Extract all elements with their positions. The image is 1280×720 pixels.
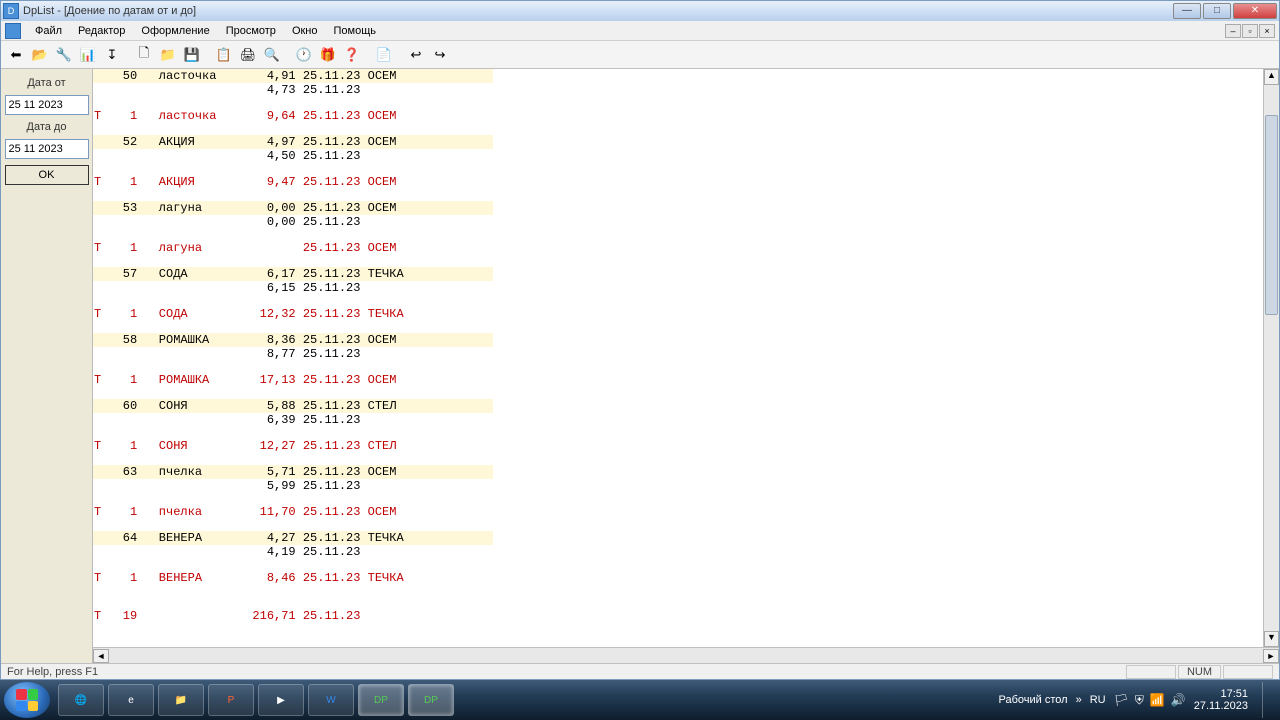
toolbar-btn-7[interactable]: 📁 xyxy=(157,44,179,66)
scroll-right-button[interactable]: ► xyxy=(1263,649,1279,663)
toolbar-btn-1[interactable]: 📂 xyxy=(29,44,51,66)
tray-language[interactable]: RU xyxy=(1090,694,1106,706)
date-from-label: Дата от xyxy=(27,77,65,89)
report-row: 60 СОНЯ 5,88 25.11.23 СТЕЛ xyxy=(93,399,493,413)
taskbar-mediaplayer[interactable]: ▶ xyxy=(258,684,304,716)
report-row: Т 1 АКЦИЯ 9,47 25.11.23 ОСЕМ xyxy=(93,175,493,189)
report-row: 5,99 25.11.23 xyxy=(93,479,493,493)
tray-volume-icon[interactable]: 🔊 xyxy=(1171,693,1186,708)
report-row: 8,77 25.11.23 xyxy=(93,347,493,361)
app-window: D DpList - [Доение по датам от и до] — □… xyxy=(0,0,1280,680)
menu-2[interactable]: Оформление xyxy=(133,23,217,39)
statusbar: For Help, press F1 NUM xyxy=(1,663,1279,679)
report-row: 63 пчелка 5,71 25.11.23 ОСЕМ xyxy=(93,465,493,479)
tray-network-icon[interactable]: 📶 xyxy=(1150,693,1165,708)
report-row: Т 1 ласточка 9,64 25.11.23 ОСЕМ xyxy=(93,109,493,123)
titlebar: D DpList - [Доение по датам от и до] — □… xyxy=(1,1,1279,21)
toolbar-btn-4[interactable]: ↧ xyxy=(101,44,123,66)
report-area[interactable]: 50 ласточка 4,91 25.11.23 ОСЕМ 4,73 25.1… xyxy=(93,69,1263,647)
toolbar-btn-14[interactable]: 🕐 xyxy=(293,44,315,66)
toolbar-btn-16[interactable]: ❓ xyxy=(341,44,363,66)
report-row: 4,50 25.11.23 xyxy=(93,149,493,163)
taskbar-dplist-1[interactable]: DP xyxy=(358,684,404,716)
taskbar-explorer[interactable]: 📁 xyxy=(158,684,204,716)
report-row: Т 1 РОМАШКА 17,13 25.11.23 ОСЕМ xyxy=(93,373,493,387)
mdi-restore-button[interactable]: ▫ xyxy=(1242,24,1258,38)
report-row: Т 1 лагуна 25.11.23 ОСЕМ xyxy=(93,241,493,255)
toolbar-btn-10[interactable]: 📋 xyxy=(213,44,235,66)
menu-5[interactable]: Помощь xyxy=(326,23,385,39)
menu-4[interactable]: Окно xyxy=(284,23,326,39)
report-row: 6,15 25.11.23 xyxy=(93,281,493,295)
ok-button[interactable]: OK xyxy=(5,165,89,185)
report-row: 52 АКЦИЯ 4,97 25.11.23 ОСЕМ xyxy=(93,135,493,149)
app-icon: D xyxy=(3,3,19,19)
report-row: Т 19 216,71 25.11.23 xyxy=(93,609,493,623)
minimize-button[interactable]: — xyxy=(1173,3,1201,19)
tray-date[interactable]: 27.11.2023 xyxy=(1194,700,1248,712)
report-row: 4,19 25.11.23 xyxy=(93,545,493,559)
report-row: 4,73 25.11.23 xyxy=(93,83,493,97)
taskbar-word[interactable]: W xyxy=(308,684,354,716)
toolbar-btn-18[interactable]: 📄 xyxy=(373,44,395,66)
start-button[interactable] xyxy=(4,682,50,718)
toolbar-btn-12[interactable]: 🔍 xyxy=(261,44,283,66)
toolbar: ⬅📂🔧📊↧ 🗋📁💾 📋🖨🔍 🕐🎁❓ 📄 ↩↪ xyxy=(1,41,1279,69)
toolbar-btn-6[interactable]: 🗋 xyxy=(133,44,155,66)
toolbar-btn-20[interactable]: ↩ xyxy=(405,44,427,66)
date-to-input[interactable] xyxy=(5,139,89,159)
report-row: 58 РОМАШКА 8,36 25.11.23 ОСЕМ xyxy=(93,333,493,347)
toolbar-btn-11[interactable]: 🖨 xyxy=(237,44,259,66)
report-row: 53 лагуна 0,00 25.11.23 ОСЕМ xyxy=(93,201,493,215)
close-button[interactable]: ✕ xyxy=(1233,3,1277,19)
client-area: Дата от Дата до OK 50 ласточка 4,91 25.1… xyxy=(1,69,1279,663)
report-row: Т 1 СОДА 12,32 25.11.23 ТЕЧКА xyxy=(93,307,493,321)
vertical-scrollbar[interactable]: ▲ ▼ xyxy=(1263,69,1279,647)
toolbar-btn-8[interactable]: 💾 xyxy=(181,44,203,66)
report-row: Т 1 пчелка 11,70 25.11.23 ОСЕМ xyxy=(93,505,493,519)
horizontal-scrollbar[interactable]: ◄ ► xyxy=(93,647,1279,663)
tray-time[interactable]: 17:51 xyxy=(1194,688,1248,700)
taskbar-powerpoint[interactable]: P xyxy=(208,684,254,716)
tray-desktop-label[interactable]: Рабочий стол xyxy=(999,694,1068,706)
report-row: 0,00 25.11.23 xyxy=(93,215,493,229)
report-row: Т 1 ВЕНЕРА 8,46 25.11.23 ТЕЧКА xyxy=(93,571,493,585)
taskbar-ie[interactable]: e xyxy=(108,684,154,716)
report-row: Т 1 СОНЯ 12,27 25.11.23 СТЕЛ xyxy=(93,439,493,453)
toolbar-btn-15[interactable]: 🎁 xyxy=(317,44,339,66)
scroll-down-button[interactable]: ▼ xyxy=(1264,631,1279,647)
toolbar-btn-0[interactable]: ⬅ xyxy=(5,44,27,66)
filter-sidebar: Дата от Дата до OK xyxy=(1,69,93,663)
report-row: 6,39 25.11.23 xyxy=(93,413,493,427)
mdi-minimize-button[interactable]: – xyxy=(1225,24,1241,38)
menubar: ФайлРедакторОформлениеПросмотрОкноПомощь… xyxy=(1,21,1279,41)
date-from-input[interactable] xyxy=(5,95,89,115)
taskbar-chrome[interactable]: 🌐 xyxy=(58,684,104,716)
menu-0[interactable]: Файл xyxy=(27,23,70,39)
toolbar-btn-2[interactable]: 🔧 xyxy=(53,44,75,66)
scroll-left-button[interactable]: ◄ xyxy=(93,649,109,663)
mdi-icon[interactable] xyxy=(5,23,21,39)
report-row: 50 ласточка 4,91 25.11.23 ОСЕМ xyxy=(93,69,493,83)
menu-3[interactable]: Просмотр xyxy=(218,23,284,39)
scroll-thumb[interactable] xyxy=(1265,115,1278,315)
report-row: 57 СОДА 6,17 25.11.23 ТЕЧКА xyxy=(93,267,493,281)
maximize-button[interactable]: □ xyxy=(1203,3,1231,19)
mdi-close-button[interactable]: × xyxy=(1259,24,1275,38)
system-tray: Рабочий стол » RU 🏳 ⛨ 📶 🔊 17:51 27.11.20… xyxy=(999,682,1276,718)
menu-1[interactable]: Редактор xyxy=(70,23,133,39)
tray-flag-icon[interactable]: 🏳 xyxy=(1114,693,1129,708)
taskbar-dplist-2[interactable]: DP xyxy=(408,684,454,716)
tray-shield-icon[interactable]: ⛨ xyxy=(1135,693,1144,708)
status-num: NUM xyxy=(1178,665,1221,679)
status-help-text: For Help, press F1 xyxy=(7,666,98,678)
show-desktop-button[interactable] xyxy=(1262,682,1272,718)
taskbar: 🌐 e 📁 P ▶ W DP DP Рабочий стол » RU 🏳 ⛨ … xyxy=(0,680,1280,720)
toolbar-btn-21[interactable]: ↪ xyxy=(429,44,451,66)
scroll-up-button[interactable]: ▲ xyxy=(1264,69,1279,85)
window-title: DpList - [Доение по датам от и до] xyxy=(23,5,1173,17)
report-row: 64 ВЕНЕРА 4,27 25.11.23 ТЕЧКА xyxy=(93,531,493,545)
date-to-label: Дата до xyxy=(27,121,67,133)
toolbar-btn-3[interactable]: 📊 xyxy=(77,44,99,66)
